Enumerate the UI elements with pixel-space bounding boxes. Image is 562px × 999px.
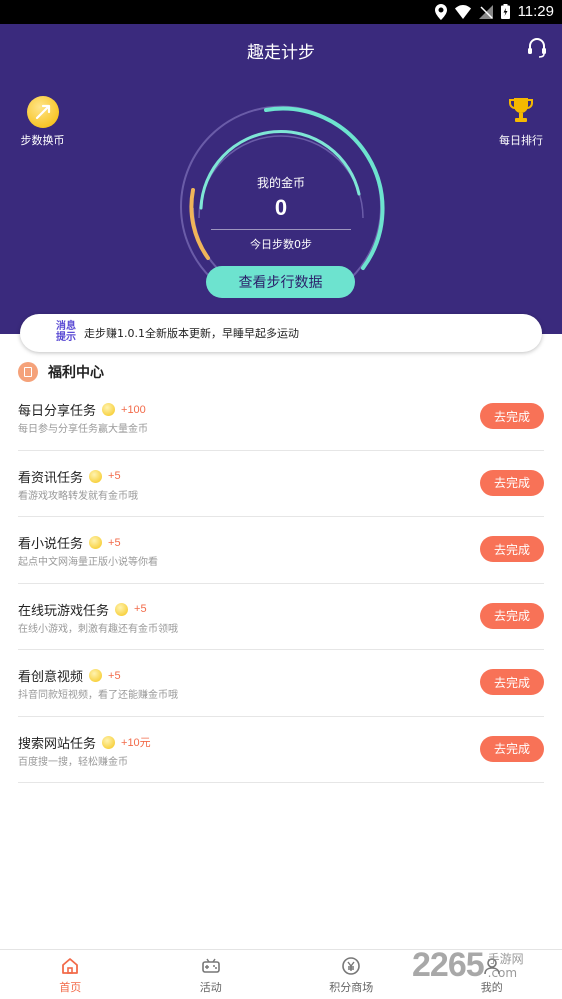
- task-item: 在线玩游戏任务 +5 在线小游戏，刺激有趣还有金币领哦 去完成: [18, 584, 544, 650]
- notice-bar[interactable]: 消息提示 走步赚1.0.1全新版本更新，早睡早起多运动: [20, 314, 542, 352]
- task-title: 搜索网站任务: [18, 736, 97, 752]
- home-icon: [62, 958, 79, 974]
- view-steps-button[interactable]: 查看步行数据: [206, 266, 355, 298]
- daily-rank-label: 每日排行: [499, 134, 543, 147]
- task-item: 每日分享任务 +100 每日参与分享任务赢大量金币 去完成: [18, 384, 544, 451]
- coin-icon: [102, 403, 116, 416]
- today-steps: 今日步数0步: [250, 238, 312, 251]
- tab-label: 积分商场: [329, 981, 374, 994]
- welfare-header: 福利中心: [18, 362, 104, 382]
- my-coins-label: 我的金币: [256, 176, 305, 190]
- task-title: 在线玩游戏任务: [18, 603, 110, 619]
- task-desc: 看游戏攻略转发就有金币哦: [18, 490, 138, 502]
- coin-icon: [89, 669, 103, 682]
- complete-button[interactable]: 去完成: [480, 469, 544, 496]
- task-desc: 在线小游戏，刺激有趣还有金币领哦: [18, 623, 178, 635]
- divider: [211, 229, 351, 230]
- watermark-number: 2265: [412, 946, 485, 984]
- complete-button[interactable]: 去完成: [480, 669, 544, 695]
- no-signal-icon: [478, 4, 493, 19]
- watermark: 2265 手游网 .com: [412, 946, 524, 985]
- coin-summary: 我的金币 0 今日步数0步: [171, 174, 391, 252]
- coin-icon: [115, 602, 129, 616]
- daily-rank-button[interactable]: 每日排行: [498, 96, 544, 148]
- tab-home[interactable]: 首页: [0, 950, 141, 999]
- task-item: 看创意视频 +5 抖音同款短视频，看了还能赚金币哦 去完成: [18, 650, 544, 717]
- coin-icon: [102, 735, 116, 749]
- task-reward: +10元: [121, 737, 151, 749]
- task-reward: +100: [121, 403, 146, 416]
- coin-icon: [89, 536, 103, 549]
- status-icons: 11:29: [434, 3, 554, 20]
- location-icon: [434, 3, 447, 20]
- my-coins-value: 0: [274, 195, 288, 220]
- task-title: 看创意视频: [18, 670, 84, 685]
- task-desc: 起点中文网海量正版小说等你看: [18, 557, 158, 568]
- complete-button[interactable]: 去完成: [480, 403, 544, 429]
- task-item: 看资讯任务 +5 看游戏攻略转发就有金币哦 去完成: [18, 451, 544, 517]
- trophy-icon: [509, 98, 533, 122]
- page-title: 趣走计步: [247, 43, 315, 63]
- task-title: 每日分享任务: [18, 404, 97, 419]
- task-title: 看小说任务: [18, 537, 84, 552]
- task-desc: 百度搜一搜，轻松赚金币: [18, 756, 128, 768]
- tab-label: 首页: [59, 981, 82, 994]
- task-reward: +5: [108, 669, 121, 682]
- battery-icon: [500, 4, 510, 19]
- hero-panel: 趣走计步 步数换币 每日排行 我的金币 0 今日步数0步 查看步行数据: [0, 24, 562, 334]
- notice-tag: 消息提示: [56, 321, 76, 343]
- task-desc: 每日参与分享任务赢大量金币: [18, 424, 148, 435]
- status-time: 11:29: [517, 3, 554, 20]
- wifi-icon: [454, 4, 471, 19]
- gamepad-icon: [201, 958, 220, 973]
- complete-button[interactable]: 去完成: [480, 735, 544, 762]
- yen-icon: [342, 957, 361, 975]
- task-item: 看小说任务 +5 起点中文网海量正版小说等你看 去完成: [18, 517, 544, 584]
- complete-button[interactable]: 去完成: [480, 536, 544, 562]
- task-desc: 抖音同款短视频，看了还能赚金币哦: [18, 690, 178, 701]
- tab-points-mall[interactable]: 积分商场: [281, 950, 422, 999]
- watermark-domain: .com: [487, 965, 518, 980]
- notice-text: 走步赚1.0.1全新版本更新，早睡早起多运动: [84, 327, 299, 340]
- headset-icon[interactable]: [526, 36, 548, 58]
- task-item: 搜索网站任务 +10元 百度搜一搜，轻松赚金币 去完成: [18, 717, 544, 783]
- task-reward: +5: [108, 536, 121, 549]
- watermark-text: 手游网: [487, 951, 524, 966]
- coin-icon: [27, 96, 59, 128]
- welfare-title: 福利中心: [48, 365, 104, 381]
- coin-icon: [89, 469, 103, 483]
- steps-to-coins-button[interactable]: 步数换币: [18, 96, 68, 148]
- task-list: 每日分享任务 +100 每日参与分享任务赢大量金币 去完成 看资讯任务 +5 看游戏…: [18, 384, 544, 783]
- task-reward: +5: [108, 470, 121, 482]
- task-title: 看资讯任务: [18, 470, 84, 486]
- complete-button[interactable]: 去完成: [480, 602, 544, 629]
- tab-activity[interactable]: 活动: [141, 950, 282, 999]
- status-bar: 11:29: [0, 0, 562, 24]
- steps-to-coins-label: 步数换币: [20, 134, 65, 147]
- document-icon: [18, 362, 38, 382]
- tab-label: 活动: [199, 981, 222, 994]
- task-reward: +5: [134, 603, 147, 615]
